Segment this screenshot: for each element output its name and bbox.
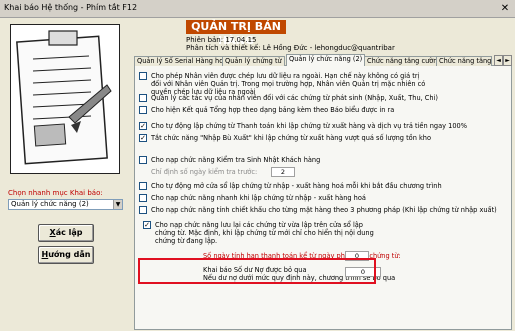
- checkbox[interactable]: [139, 94, 147, 102]
- option-label: Tắt chức năng "Nhập Bù Xuất" khi lập chứ…: [151, 134, 432, 142]
- checkbox[interactable]: [139, 156, 147, 164]
- tab-scroll-arrows[interactable]: ◄ ►: [494, 55, 512, 66]
- option-discount-methods[interactable]: Cho nạp chức năng tính chiết khấu cho từ…: [139, 206, 509, 214]
- version-text: Phiên bản: 17.04.15: [186, 36, 257, 44]
- option-auto-payment[interactable]: ✓ Cho tự động lập chứng từ Thanh toán kh…: [139, 122, 499, 130]
- section-select-value: Quản lý chức năng (2): [11, 200, 89, 208]
- option-label: Cho tự động lập chứng từ Thanh toán khi …: [151, 122, 467, 130]
- author-text: Phân tích và thiết kế: Lê Hồng Đức - leh…: [186, 44, 395, 52]
- checkbox[interactable]: [139, 194, 147, 202]
- option-label: Cho nạp chức năng tính chiết khấu cho từ…: [151, 206, 497, 214]
- option-disable-nhap-bu-xuat[interactable]: ✓ Tắt chức năng "Nhập Bù Xuất" khi lập c…: [139, 134, 499, 142]
- birthday-days-input[interactable]: 2: [271, 167, 295, 177]
- chevron-right-icon[interactable]: ►: [503, 55, 512, 66]
- help-button[interactable]: Hướng dẫn: [38, 246, 94, 264]
- checkbox[interactable]: ✓: [139, 134, 147, 142]
- checkbox[interactable]: [139, 72, 147, 80]
- confirm-button-label: ác lập: [55, 228, 83, 237]
- tab-enhanced-2[interactable]: Chức năng tăng cường: [436, 56, 492, 66]
- option-label: Cho nạp chức năng lưu lại các chứng từ v…: [155, 221, 374, 245]
- option-summary-table[interactable]: Cho hiện Kết quả Tổng hợp theo dạng bảng…: [139, 106, 469, 114]
- birthday-days-label: Chỉ định số ngày kiểm tra trước:: [151, 168, 258, 176]
- chevron-down-icon[interactable]: ▼: [113, 200, 122, 209]
- tab-bar: Quản lý Số Serial Hàng hoá Quản lý chứng…: [134, 54, 512, 67]
- options-panel: Cho phép Nhân viên được chép lưu dữ liệu…: [134, 66, 512, 330]
- help-button-label: ướng dẫn: [48, 250, 91, 259]
- highlight-frame: [138, 258, 376, 284]
- section-select[interactable]: Quản lý chức năng (2) ▼: [8, 199, 123, 210]
- option-quick-voucher[interactable]: Cho nạp chức năng nhanh khi lập chứng từ…: [139, 194, 479, 202]
- tab-documents[interactable]: Quản lý chứng từ: [222, 56, 285, 66]
- checkbox[interactable]: [139, 182, 147, 190]
- left-panel: Chọn nhanh mục Khai báo: Quản lý chức nă…: [4, 20, 128, 330]
- checkbox[interactable]: ✓: [143, 221, 151, 229]
- choose-label: Chọn nhanh mục Khai báo:: [8, 189, 103, 197]
- close-icon[interactable]: ✕: [498, 2, 512, 15]
- checkbox[interactable]: ✓: [139, 122, 147, 130]
- tab-enhanced-1[interactable]: Chức năng tăng cường: [364, 56, 445, 66]
- option-label: Cho hiện Kết quả Tổng hợp theo dạng bảng…: [151, 106, 395, 114]
- option-label: Cho tự động mở cửa sổ lập chứng từ nhập …: [151, 182, 442, 190]
- option-keep-vouchers[interactable]: ✓ Cho nạp chức năng lưu lại các chứng từ…: [143, 221, 375, 245]
- checkbox[interactable]: [139, 206, 147, 214]
- option-label: Cho nạp chức năng nhanh khi lập chứng từ…: [151, 194, 366, 202]
- checkbox[interactable]: [139, 106, 147, 114]
- clipboard-illustration: [10, 24, 120, 174]
- option-label: Cho nạp chức năng Kiểm tra Sinh Nhật Khá…: [151, 156, 321, 164]
- app-title: QUẢN TRỊ BÁN HÀNG: [186, 20, 286, 47]
- option-allow-backup[interactable]: Cho phép Nhân viên được chép lưu dữ liệu…: [139, 72, 429, 96]
- chevron-left-icon[interactable]: ◄: [494, 55, 503, 66]
- confirm-button[interactable]: Xác lập: [38, 224, 94, 242]
- option-label: Quản lý các tác vụ của nhân viên đối với…: [151, 94, 438, 102]
- option-track-tasks[interactable]: Quản lý các tác vụ của nhân viên đối với…: [139, 94, 469, 102]
- option-birthday-check[interactable]: Cho nạp chức năng Kiểm tra Sinh Nhật Khá…: [139, 156, 469, 164]
- option-auto-open-voucher[interactable]: Cho tự động mở cửa sổ lập chứng từ nhập …: [139, 182, 479, 190]
- title-bar: Khai báo Hệ thống - Phím tắt F12 ✕: [0, 0, 515, 18]
- tab-serial[interactable]: Quản lý Số Serial Hàng hoá: [134, 56, 231, 66]
- window-title: Khai báo Hệ thống - Phím tắt F12: [4, 3, 138, 12]
- option-label: Cho phép Nhân viên được chép lưu dữ liệu…: [151, 72, 426, 96]
